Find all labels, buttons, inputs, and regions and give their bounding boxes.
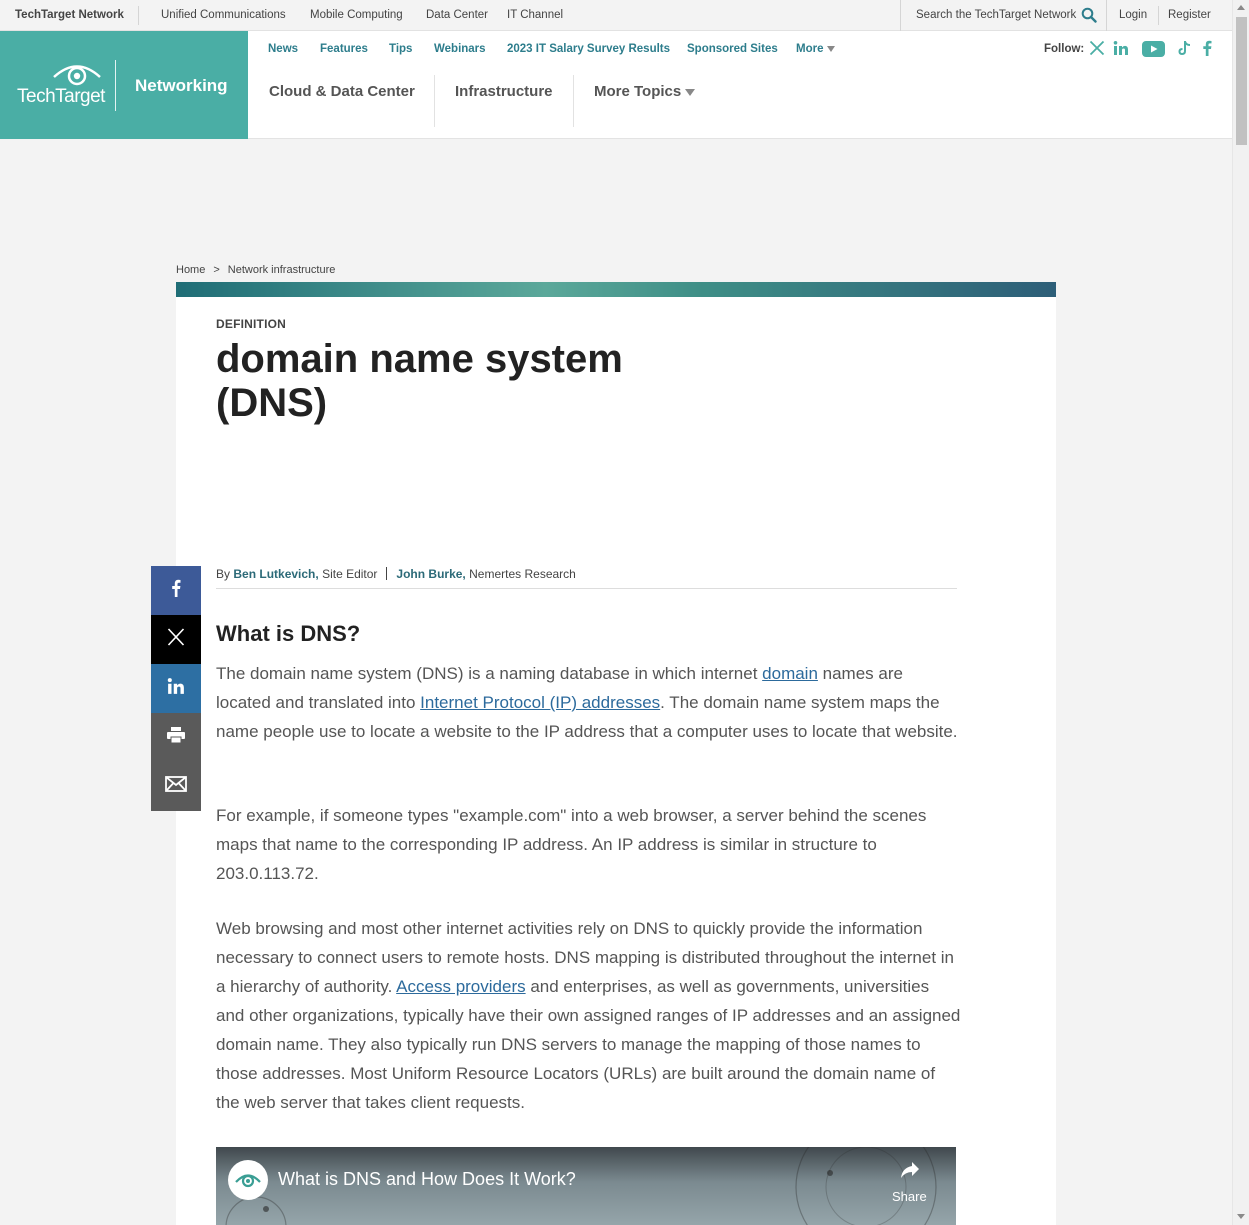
subnav-more[interactable]: More — [796, 43, 836, 55]
video-player[interactable]: What is DNS and How Does It Work? Share — [216, 1147, 956, 1225]
article-kicker: DEFINITION — [216, 317, 286, 331]
section-heading: What is DNS? — [216, 621, 361, 646]
email-button[interactable] — [151, 762, 201, 811]
article-header-bar — [176, 282, 1056, 297]
logo-wordmark: TechTarget — [17, 86, 105, 107]
subnav-webinars[interactable]: Webinars — [434, 43, 486, 55]
share-facebook-button[interactable] — [151, 566, 201, 615]
author-role: Nemertes Research — [469, 567, 576, 581]
subnav-salary-survey[interactable]: 2023 IT Salary Survey Results — [507, 43, 670, 55]
network-link-mobile-computing[interactable]: Mobile Computing — [310, 9, 403, 21]
subnav-more-label: More — [796, 43, 824, 55]
link-access-providers[interactable]: Access providers — [396, 977, 525, 996]
search-placeholder[interactable]: Search the TechTarget Network — [916, 9, 1076, 21]
share-rail — [151, 566, 201, 811]
linkedin-icon[interactable] — [1113, 40, 1129, 61]
subnav-news[interactable]: News — [268, 43, 298, 55]
author-role: Site Editor — [322, 567, 378, 581]
linkedin-icon — [167, 677, 185, 700]
network-link-data-center[interactable]: Data Center — [426, 9, 488, 21]
paragraph-text: and enterprises, as well as governments,… — [216, 977, 961, 1112]
video-share-label[interactable]: Share — [892, 1189, 927, 1204]
divider — [1158, 6, 1159, 25]
tiktok-icon[interactable] — [1177, 40, 1192, 61]
facebook-icon[interactable] — [1202, 40, 1212, 61]
article-card: DEFINITION domain name system (DNS) By B… — [176, 297, 1056, 1225]
more-topics-label: More Topics — [594, 83, 682, 100]
network-brand-link[interactable]: TechTarget Network — [15, 9, 124, 21]
email-icon — [165, 776, 187, 797]
site-logo[interactable]: TechTarget Networking — [0, 31, 248, 139]
byline-by: By — [216, 567, 231, 581]
search-icon[interactable] — [1081, 7, 1097, 26]
divider — [138, 6, 139, 25]
link-domain[interactable]: domain — [762, 664, 818, 683]
page-title: domain name system (DNS) — [216, 337, 623, 425]
divider — [386, 567, 388, 580]
facebook-icon — [171, 579, 181, 602]
link-ip-addresses[interactable]: Internet Protocol (IP) addresses — [420, 693, 660, 712]
logo-divider — [115, 60, 116, 111]
mainnav-infrastructure[interactable]: Infrastructure — [455, 83, 553, 100]
byline: By Ben Lutkevich, Site Editor John Burke,… — [216, 567, 957, 589]
mainnav-more-topics[interactable]: More Topics — [594, 83, 696, 100]
article-paragraph: For example, if someone types "example.c… — [216, 806, 927, 883]
share-x-button[interactable] — [151, 615, 201, 664]
subnav-sponsored-sites[interactable]: Sponsored Sites — [687, 43, 778, 55]
divider — [573, 75, 574, 127]
share-linkedin-button[interactable] — [151, 664, 201, 713]
network-link-unified-communications[interactable]: Unified Communications — [161, 9, 286, 21]
divider — [434, 75, 435, 127]
video-channel-avatar[interactable] — [228, 1160, 268, 1200]
breadcrumb: Home > Network infrastructure — [176, 264, 335, 276]
mainnav-cloud-data-center[interactable]: Cloud & Data Center — [269, 83, 415, 100]
login-link[interactable]: Login — [1119, 9, 1147, 21]
breadcrumb-separator: > — [213, 264, 220, 276]
network-link-it-channel[interactable]: IT Channel — [507, 9, 563, 21]
register-link[interactable]: Register — [1168, 9, 1211, 21]
author-link-ben-lutkevich[interactable]: Ben Lutkevich, — [233, 567, 318, 581]
subnav-tips[interactable]: Tips — [389, 43, 412, 55]
chevron-down-icon — [685, 88, 696, 96]
print-icon — [166, 726, 186, 749]
print-button[interactable] — [151, 713, 201, 762]
network-search-box[interactable]: Search the TechTarget Network — [900, 0, 1107, 31]
article-paragraph: Web browsing and most other internet act… — [216, 914, 961, 1117]
article-paragraph: The domain name system (DNS) is a naming… — [216, 659, 961, 746]
subnav-features[interactable]: Features — [320, 43, 368, 55]
x-icon[interactable] — [1089, 40, 1105, 61]
follow-label: Follow: — [1044, 43, 1085, 55]
youtube-icon[interactable] — [1142, 41, 1165, 62]
scroll-up-arrow-icon[interactable] — [1237, 5, 1245, 10]
x-icon — [167, 628, 185, 651]
share-arrow-icon[interactable] — [900, 1161, 920, 1184]
breadcrumb-home[interactable]: Home — [176, 264, 205, 276]
author-link-john-burke[interactable]: John Burke, — [396, 567, 465, 581]
network-bar: TechTarget Network Unified Communication… — [0, 0, 1232, 31]
section-name[interactable]: Networking — [135, 76, 228, 96]
video-title[interactable]: What is DNS and How Does It Work? — [278, 1169, 576, 1190]
scroll-down-arrow-icon[interactable] — [1237, 1214, 1245, 1219]
site-header: TechTarget Networking News Features Tips… — [0, 31, 1232, 139]
scrollbar-thumb[interactable] — [1236, 17, 1247, 145]
chevron-down-icon — [827, 45, 836, 52]
paragraph-text: The domain name system (DNS) is a naming… — [216, 664, 763, 683]
breadcrumb-current[interactable]: Network infrastructure — [228, 264, 336, 276]
page-scrollbar[interactable] — [1232, 0, 1249, 1225]
